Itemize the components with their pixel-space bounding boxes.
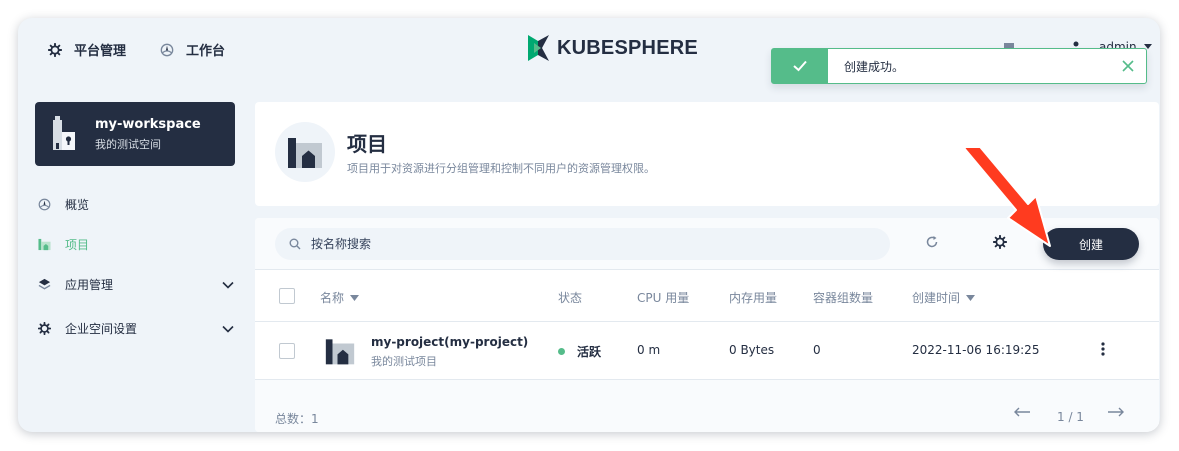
success-toast: 创建成功。 (771, 48, 1147, 84)
gear-icon (992, 234, 1008, 250)
sort-icon (966, 294, 976, 301)
column-header-cpu: CPU 用量 (637, 289, 689, 306)
row-checkbox[interactable] (279, 343, 295, 359)
sidebar-item-label: 概览 (65, 198, 90, 212)
project-name-link[interactable]: my-project(my-project) (371, 335, 528, 349)
list-toolbar: 创建 (255, 218, 1159, 270)
chevron-down-icon (222, 325, 234, 333)
sort-icon (350, 294, 360, 301)
dashboard-icon (38, 198, 51, 211)
search-box[interactable] (275, 228, 890, 260)
project-description: 我的测试项目 (371, 355, 437, 368)
platform-management-label: 平台管理 (74, 44, 127, 59)
table-row[interactable]: my-project(my-project) 我的测试项目 活跃 0 m 0 B… (255, 322, 1159, 380)
gear-icon (48, 42, 62, 57)
toast-status (772, 49, 828, 83)
toast-close-button[interactable] (1110, 60, 1146, 72)
table-footer: 总数：1 1 / 1 (255, 380, 1159, 432)
created-time: 2022-11-06 16:19:25 (912, 343, 1040, 357)
sidebar-item-label: 企业空间设置 (65, 322, 138, 336)
project-list: 创建 名称 状态 CPU 用量 内存用量 容器组数量 创建时间 (255, 218, 1159, 432)
workspace-name: my-workspace (95, 116, 201, 132)
arrow-right-icon (1108, 407, 1124, 417)
create-button[interactable]: 创建 (1043, 228, 1139, 260)
column-header-pods: 容器组数量 (813, 289, 873, 306)
next-page-button[interactable] (1107, 406, 1125, 420)
sidebar-item-label: 项目 (65, 238, 90, 252)
table-header: 名称 状态 CPU 用量 内存用量 容器组数量 创建时间 (255, 270, 1159, 322)
previous-page-button[interactable] (1013, 406, 1031, 420)
more-actions-button[interactable] (1101, 341, 1105, 360)
page-title: 项目 (347, 132, 387, 156)
status-indicator (558, 348, 565, 355)
sidebar-item-overview[interactable]: 概览 (38, 196, 234, 213)
search-input[interactable] (311, 237, 851, 251)
sidebar-item-projects[interactable]: 项目 (38, 236, 234, 253)
workspace-card[interactable]: my-workspace 我的测试空间 (35, 102, 235, 166)
project-icon (288, 138, 322, 168)
platform-management-link[interactable]: 平台管理 (48, 40, 126, 59)
close-icon (1122, 60, 1134, 72)
sidebar-item-label: 应用管理 (65, 278, 114, 292)
check-icon (793, 60, 807, 72)
column-header-memory: 内存用量 (729, 289, 777, 306)
select-all-checkbox[interactable] (279, 288, 295, 304)
project-icon (325, 339, 355, 365)
column-label: CPU 用量 (637, 291, 690, 305)
toast-message: 创建成功。 (844, 59, 905, 74)
project-icon (38, 238, 51, 251)
page-indicator: 1 / 1 (1057, 410, 1084, 424)
column-label: 容器组数量 (813, 291, 874, 305)
search-icon (289, 238, 301, 250)
sidebar-item-app-management[interactable]: 应用管理 (38, 276, 234, 293)
column-header-status: 状态 (558, 289, 582, 306)
memory-usage: 0 Bytes (729, 343, 775, 357)
app-window: 平台管理 工作台 KUBESPHERE admin 创建成功。 my-works… (18, 18, 1160, 432)
column-settings-button[interactable] (992, 234, 1008, 253)
column-header-created[interactable]: 创建时间 (912, 289, 976, 306)
column-label: 名称 (320, 291, 345, 305)
sidebar-item-workspace-settings[interactable]: 企业空间设置 (38, 320, 234, 337)
chevron-down-icon (222, 281, 234, 289)
refresh-icon (926, 236, 938, 248)
status-text: 活跃 (577, 345, 602, 359)
column-label: 创建时间 (912, 291, 961, 305)
kubesphere-logo-icon (528, 35, 549, 61)
kubesphere-logo[interactable]: KUBESPHERE (525, 34, 698, 62)
more-vertical-icon (1101, 342, 1105, 356)
gear-icon (38, 322, 51, 335)
workspace-icon (53, 116, 75, 150)
dashboard-icon (160, 43, 174, 56)
pod-count: 0 (813, 343, 821, 357)
brand-name: KUBESPHERE (557, 36, 698, 59)
arrow-left-icon (1014, 407, 1030, 417)
workbench-link[interactable]: 工作台 (160, 40, 225, 59)
workbench-label: 工作台 (186, 44, 226, 59)
page-header: 项目 项目用于对资源进行分组管理和控制不同用户的资源管理权限。 (255, 102, 1159, 206)
refresh-button[interactable] (925, 234, 939, 253)
page-description: 项目用于对资源进行分组管理和控制不同用户的资源管理权限。 (347, 162, 655, 175)
total-count: 总数：1 (275, 412, 319, 426)
project-banner-icon (275, 122, 335, 182)
cpu-usage: 0 m (637, 343, 661, 357)
column-label: 内存用量 (729, 291, 778, 305)
layers-icon (38, 278, 51, 290)
column-label: 状态 (558, 291, 583, 305)
workspace-description: 我的测试空间 (95, 137, 161, 151)
column-header-name[interactable]: 名称 (320, 289, 360, 306)
